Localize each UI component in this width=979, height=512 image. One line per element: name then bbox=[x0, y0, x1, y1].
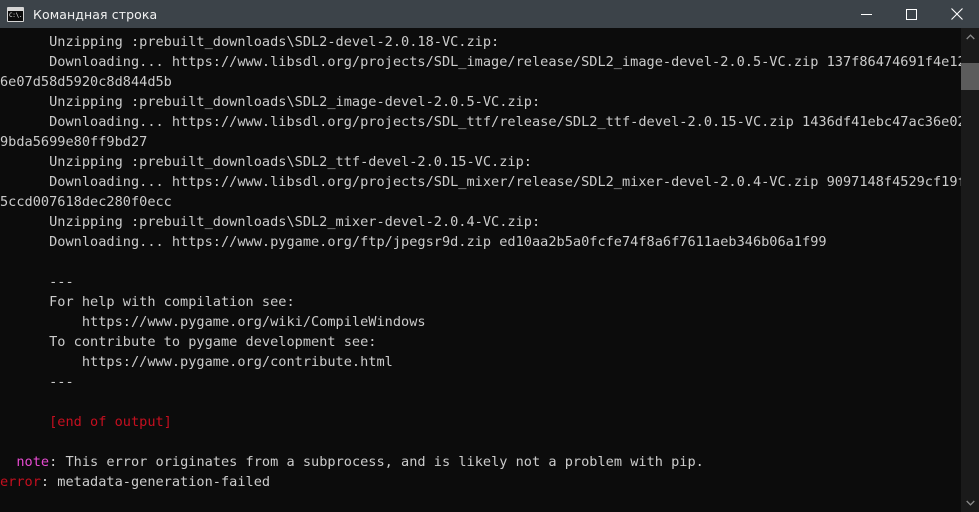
console-text-segment: Downloading... https://www.libsdl.org/pr… bbox=[0, 54, 961, 70]
console-text-segment: https://www.pygame.org/contribute.html bbox=[0, 354, 393, 370]
console-line: https://www.pygame.org/contribute.html bbox=[0, 352, 961, 372]
console-line: [end of output] bbox=[0, 412, 961, 432]
vertical-scrollbar[interactable] bbox=[961, 28, 979, 512]
close-icon bbox=[950, 8, 963, 20]
command-prompt-window: C:\. Командная строка Unzipping:prebuil… bbox=[0, 0, 979, 512]
console-line: --- bbox=[0, 272, 961, 292]
console-text-segment: note bbox=[16, 454, 50, 470]
console-text-segment: Unzipping :prebuilt_downloads\SDL2-devel… bbox=[0, 34, 500, 50]
title-bar-left-group: C:\. Командная строка bbox=[0, 6, 158, 22]
console-line: To contribute to pygame development see: bbox=[0, 332, 961, 352]
console-line: --- bbox=[0, 372, 961, 392]
console-text-segment: For help with compilation see: bbox=[0, 294, 295, 310]
console-line: Unzipping :prebuilt_downloads\SDL2_image… bbox=[0, 92, 961, 112]
console-line: Downloading... https://www.pygame.org/ft… bbox=[0, 232, 961, 252]
console-text-segment: Downloading... https://www.libsdl.org/pr… bbox=[0, 114, 961, 130]
console-text-segment: Unzipping :prebuilt_downloads\SDL2_image… bbox=[0, 94, 541, 110]
console-text-segment: --- bbox=[0, 374, 74, 390]
scroll-up-button[interactable] bbox=[961, 28, 979, 46]
window-title: Командная строка bbox=[33, 6, 158, 22]
console-line: Downloading... https://www.libsdl.org/pr… bbox=[0, 52, 961, 72]
chevron-down-icon bbox=[965, 500, 975, 506]
console-line: Unzipping :prebuilt_downloads\SDL2_mixer… bbox=[0, 212, 961, 232]
console-text-segment: https://www.pygame.org/wiki/CompileWindo… bbox=[0, 314, 426, 330]
console-text-segment: 5ccd007618dec280f0ecc bbox=[0, 194, 172, 210]
console-text-segment: [end of output] bbox=[0, 414, 172, 430]
maximize-button[interactable] bbox=[889, 0, 934, 28]
console-text-segment: : This error originates from a subproces… bbox=[49, 454, 704, 470]
minimize-button[interactable] bbox=[844, 0, 889, 28]
cmd-icon-label: C:\. bbox=[9, 11, 23, 19]
console-text-segment: Downloading... https://www.libsdl.org/pr… bbox=[0, 174, 961, 190]
scrollbar-track[interactable] bbox=[961, 46, 979, 494]
title-bar[interactable]: C:\. Командная строка bbox=[0, 0, 979, 28]
console-line: Downloading... https://www.libsdl.org/pr… bbox=[0, 112, 961, 132]
scrollbar-thumb[interactable] bbox=[961, 63, 979, 90]
window-controls bbox=[844, 0, 979, 28]
maximize-icon bbox=[906, 8, 917, 20]
console-text-segment: 6e07d58d5920c8d844d5b bbox=[0, 74, 172, 90]
console-line: 9bda5699e80ff9bd27 bbox=[0, 132, 961, 152]
console-text-segment: To contribute to pygame development see: bbox=[0, 334, 377, 350]
console-text-segment: Unzipping :prebuilt_downloads\SDL2_ttf-d… bbox=[0, 154, 532, 170]
minimize-icon bbox=[861, 13, 872, 15]
console-line: error: metadata-generation-failed bbox=[0, 472, 961, 492]
console-text-segment: Unzipping :prebuilt_downloads\SDL2_mixer… bbox=[0, 214, 541, 230]
console-text-segment bbox=[0, 454, 16, 470]
console-output-area[interactable]: Unzipping :prebuilt_downloads\SDL2-devel… bbox=[0, 28, 979, 512]
console-text-segment: --- bbox=[0, 274, 74, 290]
console-text-segment: Downloading... https://www.pygame.org/ft… bbox=[0, 234, 827, 250]
console-text-buffer[interactable]: Unzipping :prebuilt_downloads\SDL2-devel… bbox=[0, 28, 961, 512]
chevron-up-icon bbox=[965, 34, 975, 40]
console-line: https://www.pygame.org/wiki/CompileWindo… bbox=[0, 312, 961, 332]
console-text-segment: : metadata-generation-failed bbox=[40, 474, 271, 490]
console-line: Downloading... https://www.libsdl.org/pr… bbox=[0, 172, 961, 192]
console-text-segment: error bbox=[0, 474, 41, 490]
console-line: For help with compilation see: bbox=[0, 292, 961, 312]
close-button[interactable] bbox=[934, 0, 979, 28]
console-text-segment: 9bda5699e80ff9bd27 bbox=[0, 134, 148, 150]
console-line: note: This error originates from a subpr… bbox=[0, 452, 961, 472]
console-line: 5ccd007618dec280f0ecc bbox=[0, 192, 961, 212]
console-line: Unzipping :prebuilt_downloads\SDL2-devel… bbox=[0, 32, 961, 52]
console-line: Unzipping :prebuilt_downloads\SDL2_ttf-d… bbox=[0, 152, 961, 172]
cmd-console-icon: C:\. bbox=[7, 6, 24, 22]
scroll-down-button[interactable] bbox=[961, 494, 979, 512]
console-line: 6e07d58d5920c8d844d5b bbox=[0, 72, 961, 92]
